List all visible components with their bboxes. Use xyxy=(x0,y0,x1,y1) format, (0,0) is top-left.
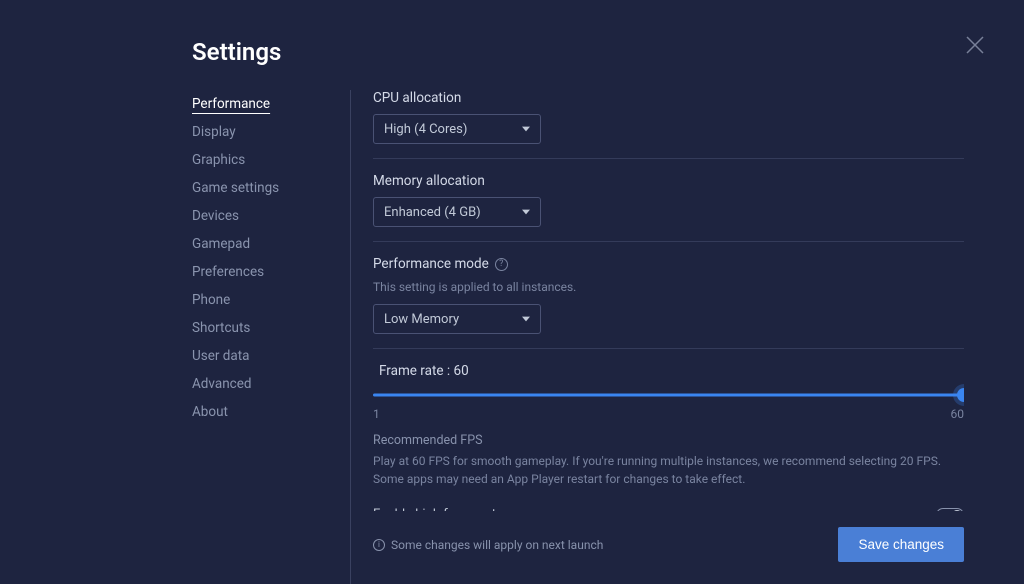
sidebar-item-devices[interactable]: Devices xyxy=(192,202,330,230)
toggle-knob xyxy=(952,510,962,512)
enable-high-frame-rate-toggle[interactable] xyxy=(936,508,964,512)
chevron-down-icon xyxy=(522,208,530,216)
slider-thumb[interactable] xyxy=(957,388,964,402)
divider xyxy=(373,348,964,349)
close-icon xyxy=(966,36,984,54)
sidebar: Performance Display Graphics Game settin… xyxy=(192,90,350,584)
performance-mode-label: Performance mode xyxy=(373,256,489,272)
cpu-allocation-select[interactable]: High (4 Cores) xyxy=(373,114,541,144)
memory-allocation-label: Memory allocation xyxy=(373,173,964,189)
sidebar-item-graphics[interactable]: Graphics xyxy=(192,146,330,174)
sidebar-item-advanced[interactable]: Advanced xyxy=(192,370,330,398)
performance-mode-select[interactable]: Low Memory xyxy=(373,304,541,334)
sidebar-item-phone[interactable]: Phone xyxy=(192,286,330,314)
recommended-fps-body: Play at 60 FPS for smooth gameplay. If y… xyxy=(373,452,964,488)
memory-allocation-value: Enhanced (4 GB) xyxy=(384,205,481,220)
sidebar-item-about[interactable]: About xyxy=(192,398,330,426)
sidebar-item-preferences[interactable]: Preferences xyxy=(192,258,330,286)
chevron-down-icon xyxy=(522,315,530,323)
memory-allocation-select[interactable]: Enhanced (4 GB) xyxy=(373,197,541,227)
performance-mode-subtext: This setting is applied to all instances… xyxy=(373,280,964,294)
footer-note: Some changes will apply on next launch xyxy=(391,538,603,552)
sidebar-item-game-settings[interactable]: Game settings xyxy=(192,174,330,202)
sidebar-item-user-data[interactable]: User data xyxy=(192,342,330,370)
divider xyxy=(373,241,964,242)
slider-track xyxy=(373,394,964,397)
performance-mode-value: Low Memory xyxy=(384,312,459,327)
cpu-allocation-value: High (4 Cores) xyxy=(384,122,467,137)
divider xyxy=(373,158,964,159)
sidebar-item-display[interactable]: Display xyxy=(192,118,330,146)
frame-rate-min: 1 xyxy=(373,407,380,421)
recommended-fps-title: Recommended FPS xyxy=(373,433,964,448)
sidebar-item-shortcuts[interactable]: Shortcuts xyxy=(192,314,330,342)
save-changes-button[interactable]: Save changes xyxy=(838,527,964,562)
help-icon[interactable]: ? xyxy=(495,258,508,271)
frame-rate-slider[interactable] xyxy=(373,387,964,403)
vertical-divider xyxy=(350,90,351,584)
frame-rate-label: Frame rate : 60 xyxy=(373,363,964,379)
sidebar-item-gamepad[interactable]: Gamepad xyxy=(192,230,330,258)
info-icon: i xyxy=(373,539,385,551)
frame-rate-max: 60 xyxy=(951,407,965,421)
cpu-allocation-label: CPU allocation xyxy=(373,90,964,106)
sidebar-item-performance[interactable]: Performance xyxy=(192,90,330,118)
close-button[interactable] xyxy=(966,36,984,54)
chevron-down-icon xyxy=(522,125,530,133)
page-title: Settings xyxy=(192,38,984,66)
